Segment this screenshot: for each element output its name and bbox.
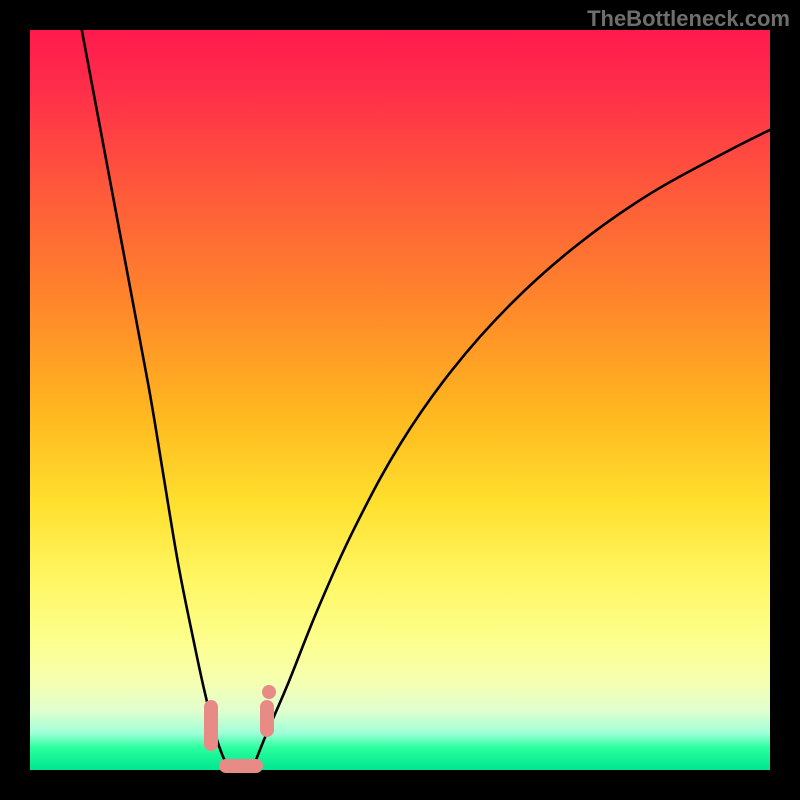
marker-right-cap (260, 700, 274, 737)
curve-left-arm (82, 30, 230, 770)
bottleneck-curve (30, 30, 770, 770)
marker-left-cap (204, 700, 218, 752)
watermark-text: TheBottleneck.com (587, 6, 790, 32)
marker-floor-pill (219, 759, 263, 773)
curve-right-arm (252, 130, 770, 770)
plot-area (30, 30, 770, 770)
frame: TheBottleneck.com (0, 0, 800, 800)
